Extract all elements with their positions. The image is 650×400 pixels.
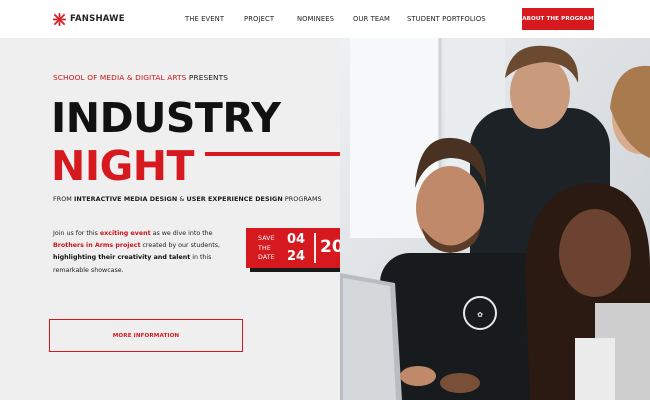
month-day: 04 24 [287, 231, 311, 265]
hero-title-line2: NIGHT [51, 142, 195, 190]
date-divider [314, 233, 316, 263]
nav-the-event[interactable]: THE EVENT [185, 15, 224, 23]
event-day: 24 [287, 249, 306, 264]
nav-nominees[interactable]: NOMINEES [297, 15, 334, 23]
blurb-highlight-2: Brothers in Arms project [53, 242, 141, 250]
event-description: Join us for this exciting event as we di… [53, 228, 231, 277]
date-word: DATE [258, 254, 275, 261]
fanshawe-logo-icon [53, 12, 66, 26]
school-name: SCHOOL OF MEDIA & DIGITAL ARTS [53, 73, 187, 82]
save-the-date-label: SAVE THE DATE [258, 234, 280, 263]
event-month: 04 [287, 232, 306, 247]
more-information-button[interactable]: MORE INFORMATION [49, 319, 243, 352]
presents-text: PRESENTS [188, 73, 229, 82]
programs-suffix: PROGRAMS [282, 195, 322, 203]
hero-kicker: SCHOOL OF MEDIA & DIGITAL ARTS PRESENTS [53, 73, 228, 82]
programs-prefix: FROM [53, 195, 74, 203]
save-word: SAVE [258, 235, 275, 242]
hero-title-line1: INDUSTRY [51, 94, 281, 142]
blurb-highlight-1: exciting event [99, 230, 151, 237]
program-uxd: USER EXPERIENCE DESIGN [186, 195, 283, 203]
svg-text:✿: ✿ [477, 311, 483, 319]
logo-text: FANSHAWE [70, 14, 125, 24]
programs-line: FROM INTERACTIVE MEDIA DESIGN & USER EXP… [53, 195, 322, 203]
hero-photo: ✿ [340, 38, 650, 400]
nav-project[interactable]: PROJECT [244, 15, 274, 23]
the-word: THE [258, 244, 271, 252]
blurb-highlight-3: highlighting their creativity and talent [53, 254, 191, 262]
about-program-button[interactable]: ABOUT THE PROGRAM [522, 8, 594, 30]
blurb-text-3: created by our students, [140, 242, 220, 250]
fanshawe-logo[interactable]: FANSHAWE [53, 12, 125, 26]
blurb-text-2: as we dive into the [150, 230, 213, 237]
blurb-text-1: Join us for this [53, 230, 100, 237]
students-at-laptop-image: ✿ [340, 38, 650, 400]
nav-our-team[interactable]: OUR TEAM [353, 15, 390, 23]
site-header: FANSHAWE THE EVENT PROJECT NOMINEES OUR … [0, 0, 650, 38]
program-imd: INTERACTIVE MEDIA DESIGN [73, 195, 178, 203]
nav-student-portfolios[interactable]: STUDENT PORTFOLIOS [407, 15, 486, 23]
